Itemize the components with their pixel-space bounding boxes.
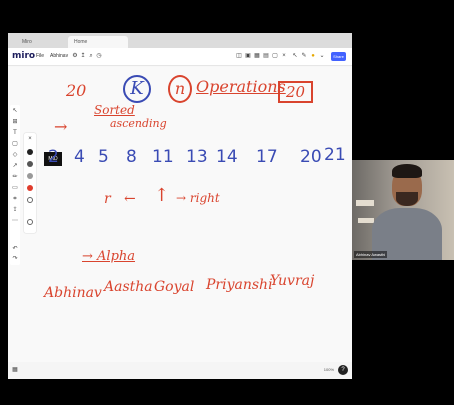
close-panel-icon[interactable]: × [24, 135, 36, 144]
comment-icon[interactable]: ▤ [263, 53, 269, 59]
zoom-level[interactable]: 100% [324, 367, 334, 372]
timer-icon[interactable]: ◷ [96, 53, 102, 59]
frame-add-icon[interactable]: ⌗ [10, 195, 20, 204]
file-menu[interactable]: File [36, 53, 44, 59]
pen-options-panel: × [24, 133, 36, 233]
color-light-swatch[interactable] [27, 173, 33, 179]
annotation-name: Goyal [154, 279, 195, 295]
tab-label: Miro [22, 39, 32, 45]
close-icon[interactable]: × [281, 53, 287, 59]
tab-bar: Miro Home [8, 33, 352, 48]
participant-beard [396, 192, 418, 206]
array-value: 13 [186, 147, 208, 167]
left-toolbar: ↖ ⊞ T ▢ ◇ ↗ ✏ ▭ ⌗ ⇪ ⋯ ↶ ↷ [10, 105, 20, 265]
annotation-name: Yuvraj [270, 273, 315, 289]
array-value: 21 [324, 145, 346, 165]
array-value: 5 [98, 147, 109, 167]
miro-toolbar: miro File Abhinav ⚙ ↥ ⌕ ◷ ◫ ▣ ▦ ▤ ▢ × ↖ … [8, 48, 352, 66]
annotation-circled-n: n [168, 75, 192, 103]
annotation-up-arrow: ↑ [154, 185, 170, 206]
annotation-small-r: r [104, 191, 111, 207]
more-icon[interactable]: ▢ [272, 53, 278, 59]
board-name[interactable]: Abhinav [50, 53, 68, 59]
participant-video-tile[interactable]: Abhinav Awasthi [352, 160, 454, 260]
grid-icon[interactable]: ▦ [254, 53, 260, 59]
template-icon[interactable]: ◫ [236, 53, 242, 59]
annotation-right-label: → right [176, 191, 220, 205]
frame-tool-icon[interactable]: ⊞ [10, 118, 20, 127]
annotation-name: Priyanshi [206, 277, 273, 293]
whiteboard-canvas[interactable]: ↖ ⊞ T ▢ ◇ ↗ ✏ ▭ ⌗ ⇪ ⋯ ↶ ↷ × 20 K n Opera… [8, 67, 352, 379]
array-value: 8 [126, 147, 137, 167]
annotation-alpha: → Alpha [82, 249, 136, 264]
annotation-name: Aastha [104, 279, 153, 295]
video-shelf [358, 218, 374, 223]
annotation-top-20: 20 [66, 81, 87, 100]
annotation-operation: Operations [196, 77, 286, 96]
annotation-ascending: ascending [110, 117, 167, 130]
color-gray-swatch[interactable] [27, 161, 33, 167]
color-black-swatch[interactable] [27, 149, 33, 155]
reaction-icon[interactable]: ● [310, 53, 316, 59]
annotation-name: Abhinav [44, 285, 102, 301]
panel-toggle-icon[interactable]: ▦ [12, 367, 18, 373]
annotation-arrow-right: → [54, 117, 68, 136]
browser-window: Miro Home miro File Abhinav ⚙ ↥ ⌕ ◷ ◫ ▣ … [8, 33, 352, 379]
upload-icon[interactable]: ↥ [80, 53, 86, 59]
cursor-icon[interactable]: ↖ [292, 53, 298, 59]
annotation-circled-k: K [123, 75, 151, 103]
connector-icon[interactable]: ↗ [10, 162, 20, 171]
participant-hair [392, 164, 422, 178]
annotation-boxed-20: 20 [278, 81, 314, 103]
array-value: 11 [152, 147, 174, 167]
undo-icon[interactable]: ↶ [10, 245, 20, 254]
tab-miro[interactable]: Miro [16, 36, 64, 48]
more-tools-icon[interactable]: ⋯ [10, 217, 20, 226]
pen-icon[interactable]: ✎ [301, 53, 307, 59]
array-value: 20 [300, 147, 322, 167]
array-value: 17 [256, 147, 278, 167]
help-button[interactable]: ? [338, 365, 348, 375]
text-icon[interactable]: T [10, 129, 20, 138]
upload-tool-icon[interactable]: ⇪ [10, 206, 20, 215]
share-button[interactable]: Share [331, 52, 346, 61]
array-value: 14 [216, 147, 238, 167]
chevron-down-icon[interactable]: ⌄ [319, 53, 325, 59]
frame-icon[interactable]: ▣ [245, 53, 251, 59]
participant-name: Abhinav Awasthi [354, 251, 388, 258]
video-shelf [356, 200, 374, 206]
shape-icon[interactable]: ◇ [10, 151, 20, 160]
tab-label: Home [74, 39, 88, 45]
miro-logo[interactable]: miro [12, 51, 35, 61]
redo-icon[interactable]: ↷ [10, 255, 20, 264]
pen-tool-icon[interactable]: ✏ [10, 173, 20, 182]
color-red-swatch[interactable] [27, 185, 33, 191]
eraser-icon[interactable] [27, 197, 33, 203]
array-value: 2 [48, 147, 59, 167]
annotation-left-arrow: ← [124, 191, 136, 207]
search-icon[interactable]: ⌕ [88, 53, 94, 59]
annotation-sorted: Sorted [94, 103, 135, 117]
tab-home[interactable]: Home [68, 36, 128, 48]
array-value: 4 [74, 147, 85, 167]
settings-icon[interactable]: ⚙ [72, 53, 78, 59]
canvas-footer: ▦ 100% ? [8, 362, 352, 379]
sticky-note-icon[interactable]: ▢ [10, 140, 20, 149]
lasso-icon[interactable] [27, 219, 33, 225]
comment-tool-icon[interactable]: ▭ [10, 184, 20, 193]
select-icon[interactable]: ↖ [10, 107, 20, 116]
